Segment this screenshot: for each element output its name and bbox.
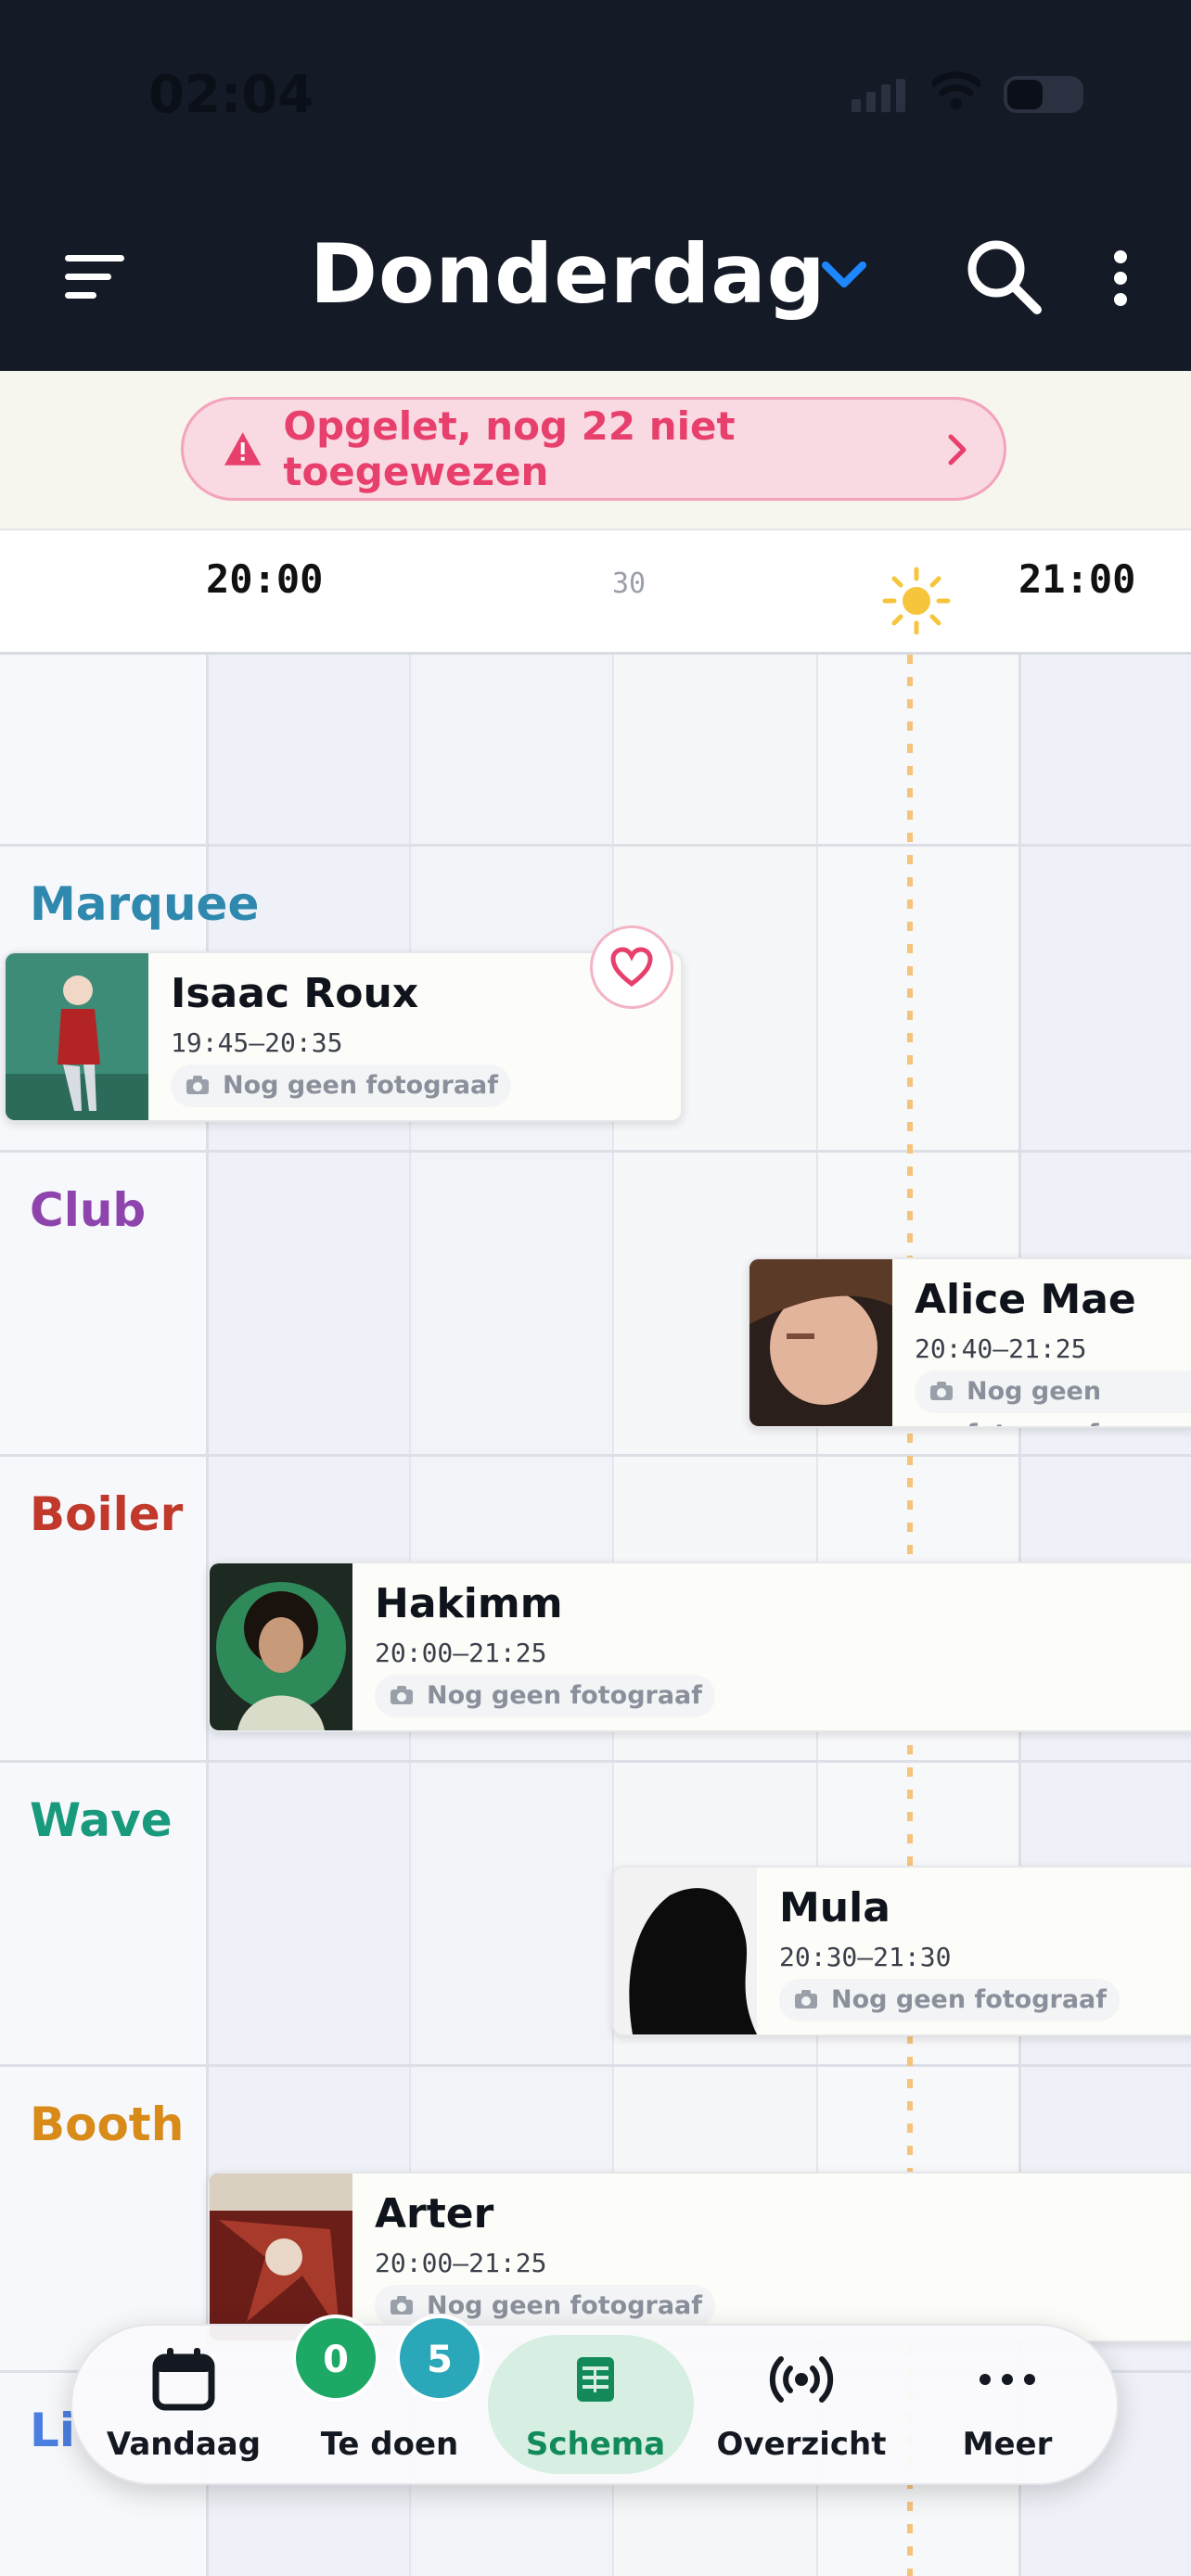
chevron-right-icon xyxy=(948,434,967,465)
page-title[interactable]: Donderdag xyxy=(310,226,826,322)
nav-label: Vandaag xyxy=(106,2426,262,2463)
stage-label-marquee: Marquee xyxy=(30,877,260,931)
todo-count-badge[interactable]: 5 xyxy=(396,2315,483,2402)
broadcast-icon xyxy=(769,2356,834,2403)
artist-photo xyxy=(6,953,148,1120)
act-name: Isaac Roux xyxy=(171,970,419,1017)
act-name: Arter xyxy=(375,2190,494,2238)
nav-label: Overzicht xyxy=(716,2426,887,2463)
artist-photo xyxy=(210,1563,352,1730)
wifi-icon xyxy=(932,71,980,109)
photographer-label: Nog geen fotograaf xyxy=(223,1071,499,1100)
photographer-status[interactable]: Nog geen fotograaf xyxy=(375,1675,716,1717)
act-name: Mula xyxy=(779,1884,890,1932)
heart-icon xyxy=(610,947,653,988)
sun-icon xyxy=(882,567,951,635)
act-card-mula[interactable]: Mula 20:30–21:30 Nog geen fotograaf xyxy=(612,1866,1191,2036)
status-time: 02:04 xyxy=(148,65,314,125)
time-label-end: 21:00 xyxy=(1018,556,1136,602)
nav-meer[interactable]: Meer xyxy=(915,2326,1100,2483)
cellular-signal-icon xyxy=(852,79,911,112)
act-card-alice-mae[interactable]: Alice Mae 20:40–21:25 Nog geen fotograaf xyxy=(748,1257,1191,1428)
more-icon xyxy=(980,2374,1035,2385)
act-time: 19:45–20:35 xyxy=(171,1027,343,1058)
timeline-header: 20:00 30 21:00 xyxy=(0,529,1191,655)
act-time: 20:30–21:30 xyxy=(779,1942,952,1972)
artist-photo xyxy=(749,1259,892,1426)
nav-label: Te doen xyxy=(320,2426,459,2463)
camera-icon xyxy=(795,1990,817,2009)
photographer-status[interactable]: Nog geen fotograaf xyxy=(779,1979,1121,2021)
nav-vandaag[interactable]: Vandaag xyxy=(91,2326,276,2483)
camera-icon xyxy=(391,2296,413,2315)
favorite-button[interactable] xyxy=(590,925,673,1009)
schedule-icon xyxy=(577,2357,614,2402)
act-card-arter[interactable]: Arter 20:00–21:25 Nog geen fotograaf xyxy=(208,2172,1191,2342)
unassigned-alert-button[interactable]: Opgelet, nog 22 niet toegewezen xyxy=(181,397,1006,501)
calendar-icon xyxy=(152,2348,215,2411)
warning-icon xyxy=(224,432,262,465)
stage-label-booth: Booth xyxy=(30,2098,185,2151)
nav-overzicht[interactable]: Overzicht xyxy=(709,2326,894,2483)
artist-photo xyxy=(614,1868,757,2034)
act-card-isaac-roux[interactable]: Isaac Roux 19:45–20:35 Nog geen fotograa… xyxy=(4,951,683,1122)
camera-icon xyxy=(391,1686,413,1704)
photographer-status[interactable]: Nog geen fotograaf xyxy=(171,1065,512,1107)
nav-label: Schema xyxy=(525,2426,666,2463)
camera-icon xyxy=(186,1076,209,1094)
act-card-hakimm[interactable]: Hakimm 20:00–21:25 Nog geen fotograaf xyxy=(208,1562,1191,1732)
photographer-label: Nog geen fotograaf xyxy=(967,1377,1102,1426)
more-options-icon[interactable] xyxy=(1109,250,1132,306)
photographer-label: Nog geen fotograaf xyxy=(831,1985,1108,2014)
act-time: 20:00–21:25 xyxy=(375,1638,547,1668)
menu-icon[interactable] xyxy=(65,255,124,301)
act-time: 20:40–21:25 xyxy=(915,1333,1087,1364)
photographer-label: Nog geen fotograaf xyxy=(427,2291,703,2320)
search-icon[interactable] xyxy=(965,237,1043,315)
battery-icon xyxy=(1004,76,1083,113)
nav-schema[interactable]: Schema xyxy=(488,2326,694,2483)
done-count-badge[interactable]: 0 xyxy=(292,2315,379,2402)
photographer-status[interactable]: Nog geen fotograaf xyxy=(915,1371,1191,1426)
time-label-start: 20:00 xyxy=(206,556,324,602)
time-label-mid: 30 xyxy=(612,567,647,600)
camera-icon xyxy=(930,1382,953,1400)
stage-label-club: Club xyxy=(30,1183,147,1237)
act-name: Alice Mae xyxy=(915,1276,1136,1323)
stage-label-boiler: Boiler xyxy=(30,1487,184,1541)
stage-label-wave: Wave xyxy=(30,1793,173,1847)
photographer-label: Nog geen fotograaf xyxy=(427,1681,703,1710)
act-time: 20:00–21:25 xyxy=(375,2248,547,2278)
stage-label-li: Li xyxy=(30,2404,75,2457)
chevron-down-icon[interactable] xyxy=(822,261,866,289)
alert-text: Opgelet, nog 22 niet toegewezen xyxy=(283,403,736,494)
nav-label: Meer xyxy=(962,2426,1053,2463)
bottom-navigation: Vandaag Te doen Schema Overzicht Meer xyxy=(70,2324,1119,2485)
act-name: Hakimm xyxy=(375,1580,563,1627)
